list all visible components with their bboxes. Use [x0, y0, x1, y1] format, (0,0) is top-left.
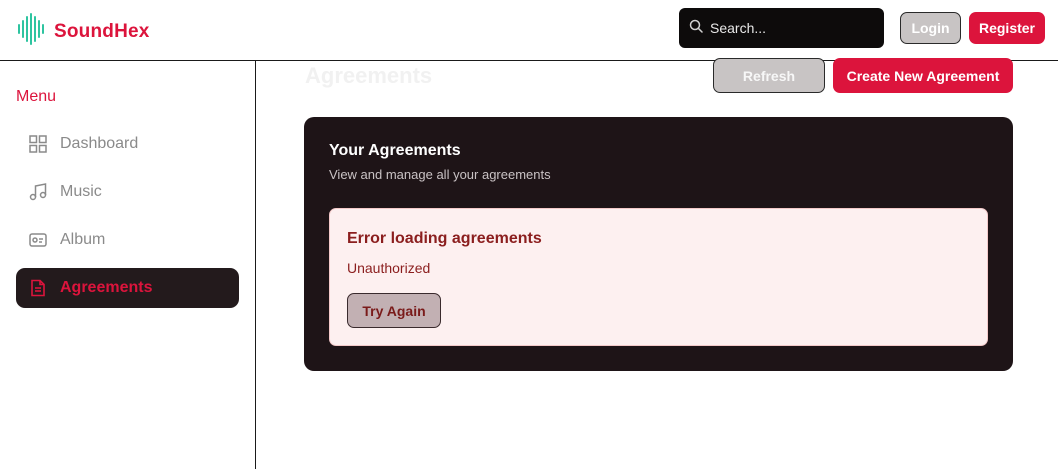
sidebar-item-agreements[interactable]: Agreements	[16, 268, 239, 308]
search-icon	[689, 19, 703, 38]
brand-name: SoundHex	[54, 20, 150, 42]
card-title: Your Agreements	[329, 142, 461, 159]
error-title: Error loading agreements	[347, 230, 542, 247]
search-input[interactable]	[710, 20, 870, 36]
error-alert: Error loading agreements Unauthorized Tr…	[329, 208, 988, 346]
create-agreement-button[interactable]: Create New Agreement	[833, 58, 1013, 93]
brand[interactable]: SoundHex	[17, 13, 150, 50]
top-navbar: SoundHex Login Register	[0, 0, 1058, 61]
login-button[interactable]: Login	[900, 12, 961, 44]
sidebar-item-label: Music	[60, 183, 102, 200]
waveform-logo-icon	[17, 13, 47, 50]
document-icon	[28, 278, 48, 298]
sidebar-item-music[interactable]: Music	[16, 172, 239, 212]
card-subtitle: View and manage all your agreements	[329, 167, 551, 182]
sidebar-item-album[interactable]: Album	[16, 220, 239, 260]
error-message: Unauthorized	[347, 260, 431, 276]
agreements-card: Your Agreements View and manage all your…	[304, 117, 1013, 371]
try-again-button[interactable]: Try Again	[347, 293, 441, 328]
page-title: Agreements	[305, 63, 433, 88]
sidebar-item-dashboard[interactable]: Dashboard	[16, 124, 239, 164]
sidebar-item-label: Agreements	[60, 279, 153, 296]
sidebar-item-label: Dashboard	[60, 135, 139, 152]
sidebar: Menu Dashboard Music Album Agreements	[0, 61, 256, 469]
sidebar-item-label: Album	[60, 231, 106, 248]
sidebar-title: Menu	[16, 88, 57, 105]
register-button[interactable]: Register	[969, 12, 1045, 44]
album-card-icon	[28, 230, 48, 250]
search-box[interactable]	[679, 8, 884, 48]
refresh-button[interactable]: Refresh	[713, 58, 825, 93]
music-note-icon	[28, 182, 48, 202]
grid-icon	[28, 134, 48, 154]
